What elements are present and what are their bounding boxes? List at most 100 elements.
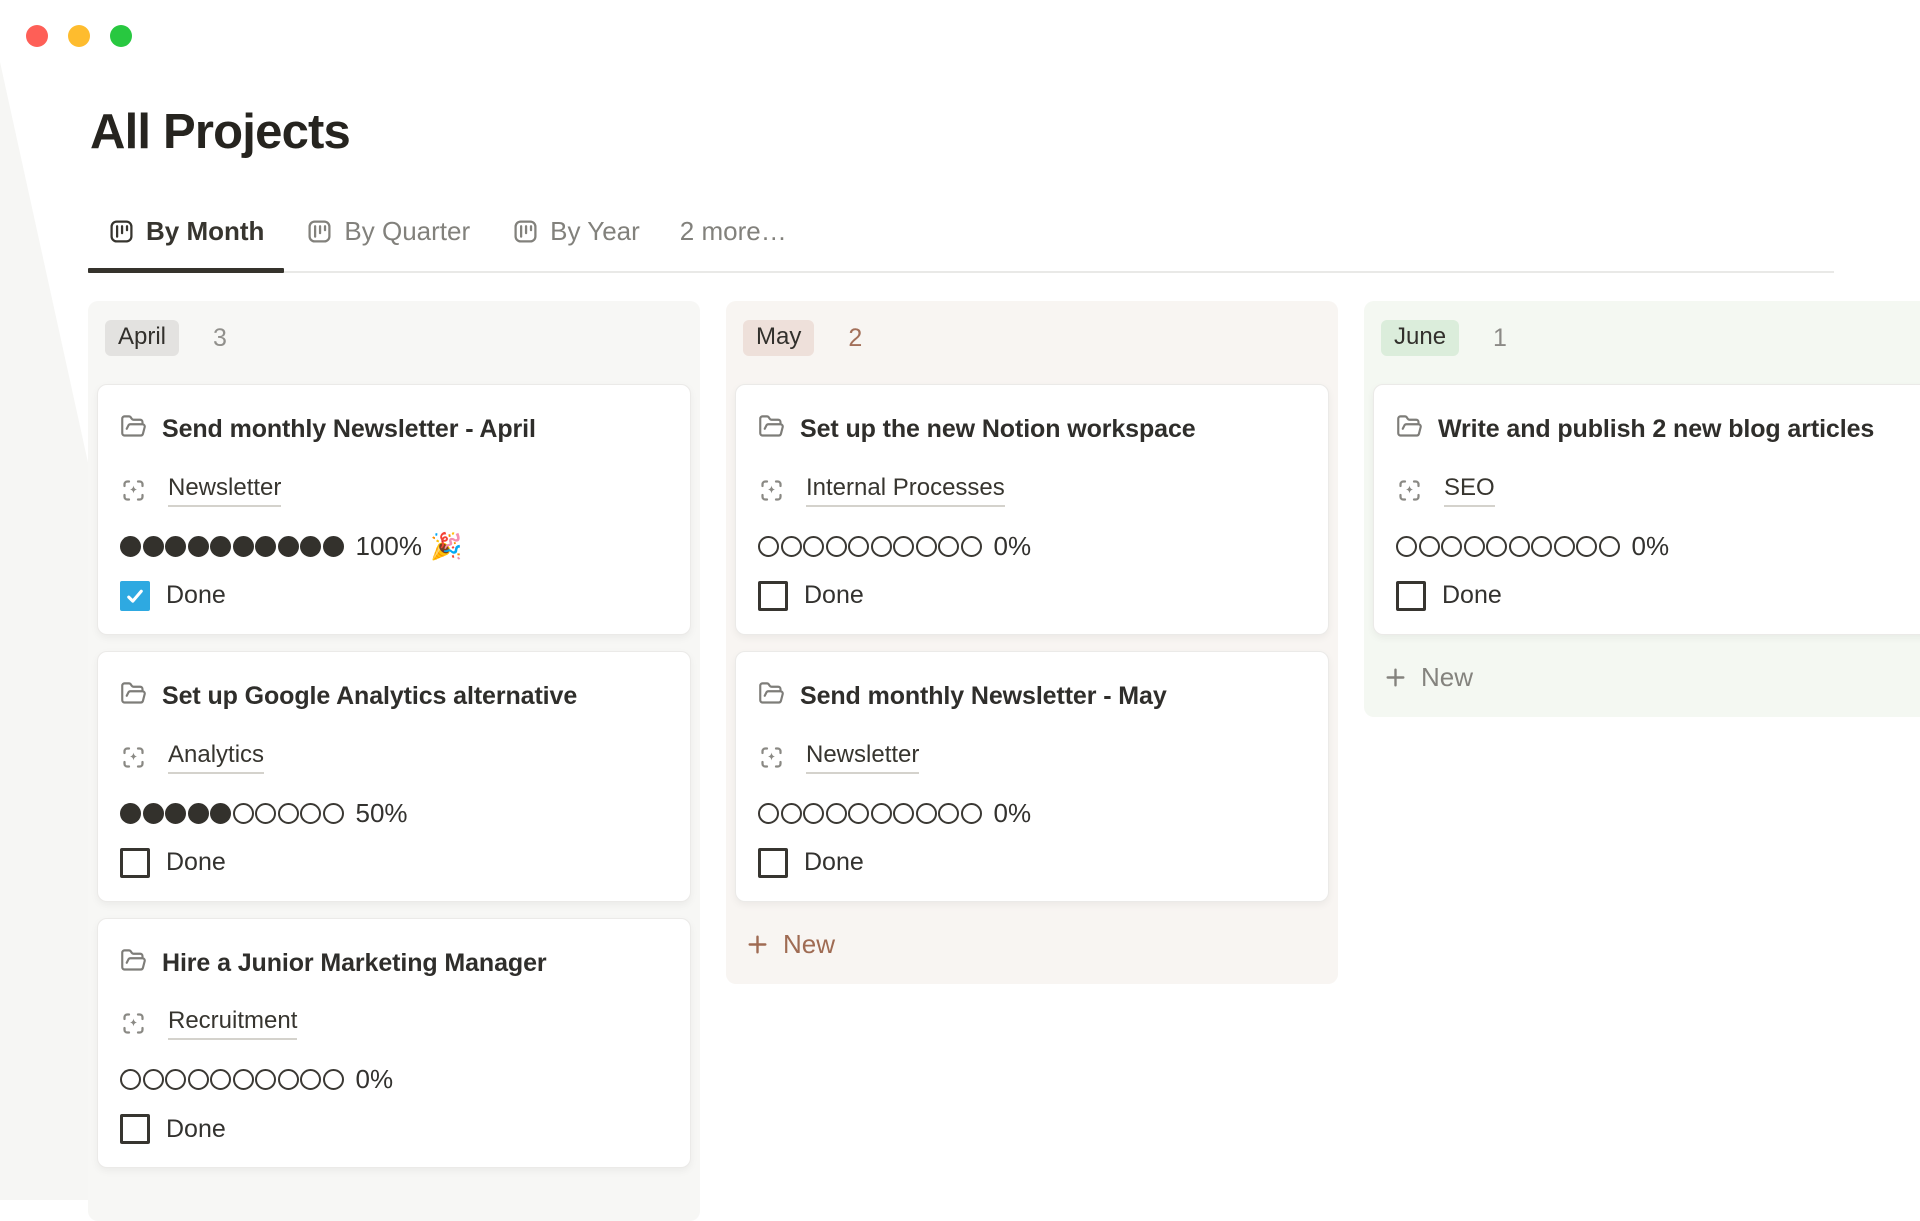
progress-percent: 0%: [994, 798, 1032, 829]
progress-dot-empty: [848, 536, 869, 557]
open-folder-icon: [758, 680, 785, 707]
progress-dot-empty: [1486, 536, 1507, 557]
progress-dot-empty: [848, 803, 869, 824]
card-tag-link[interactable]: Recruitment: [168, 1007, 297, 1040]
progress-dot-filled: [188, 803, 209, 824]
progress-dot-empty: [781, 536, 802, 557]
card-tag-link[interactable]: Analytics: [168, 741, 264, 774]
new-card-label: New: [1421, 662, 1473, 693]
project-card[interactable]: Write and publish 2 new blog articles SE…: [1373, 384, 1920, 635]
new-card-button[interactable]: New: [1383, 662, 1473, 693]
relation-icon: [758, 744, 785, 771]
progress-dot-filled: [120, 536, 141, 557]
progress-dot-filled: [323, 536, 344, 557]
card-tag-link[interactable]: SEO: [1444, 474, 1495, 507]
progress-dot-empty: [278, 803, 299, 824]
progress-dots: [120, 536, 344, 557]
done-checkbox[interactable]: [120, 1114, 150, 1144]
done-checkbox[interactable]: [758, 848, 788, 878]
project-card[interactable]: Set up Google Analytics alternative Anal…: [97, 651, 691, 902]
progress-dot-empty: [1509, 536, 1530, 557]
done-label: Done: [166, 581, 226, 610]
card-tag-row: Analytics: [120, 741, 668, 774]
progress-percent: 0%: [356, 1064, 394, 1095]
progress-dot-filled: [210, 536, 231, 557]
tab-label: By Year: [550, 216, 640, 247]
card-tag-row: SEO: [1396, 474, 1920, 507]
progress-dot-empty: [1396, 536, 1417, 557]
progress-dot-empty: [323, 1069, 344, 1090]
progress-percent: 0%: [994, 531, 1032, 562]
done-checkbox[interactable]: [758, 581, 788, 611]
relation-icon: [120, 477, 147, 504]
column-card-count: 1: [1493, 324, 1507, 353]
project-card[interactable]: Set up the new Notion workspace Internal…: [735, 384, 1329, 635]
card-title: Set up the new Notion workspace: [800, 410, 1196, 449]
card-progress-row: 0%: [758, 798, 1306, 829]
progress-dot-empty: [1554, 536, 1575, 557]
card-title-row: Hire a Junior Marketing Manager: [120, 944, 668, 983]
board-view-icon: [108, 218, 135, 245]
page-title[interactable]: All Projects: [90, 104, 350, 160]
open-folder-icon: [120, 947, 147, 974]
column-header: April 3: [97, 319, 691, 357]
card-progress-row: 100% 🎉: [120, 531, 668, 562]
card-title-row: Send monthly Newsletter - April: [120, 410, 668, 449]
zoom-window-button[interactable]: [110, 25, 132, 47]
tab-by-month[interactable]: By Month: [88, 212, 284, 271]
card-tag-link[interactable]: Newsletter: [806, 741, 919, 774]
tabs-more-button[interactable]: 2 more…: [662, 212, 805, 271]
progress-dots: [758, 536, 982, 557]
column-cards: Set up the new Notion workspace Internal…: [735, 384, 1329, 902]
open-folder-icon: [120, 680, 147, 707]
card-progress-row: 0%: [758, 531, 1306, 562]
project-card[interactable]: Send monthly Newsletter - April Newslett…: [97, 384, 691, 635]
tabs-divider: [88, 271, 1834, 273]
progress-dot-empty: [826, 803, 847, 824]
relation-icon: [120, 1010, 147, 1037]
done-checkbox[interactable]: [120, 848, 150, 878]
progress-dot-empty: [210, 1069, 231, 1090]
project-card[interactable]: Send monthly Newsletter - May Newsletter…: [735, 651, 1329, 902]
card-done-row: Done: [758, 581, 1306, 611]
project-card[interactable]: Hire a Junior Marketing Manager Recruitm…: [97, 918, 691, 1169]
column-month-pill[interactable]: April: [105, 320, 179, 357]
close-window-button[interactable]: [26, 25, 48, 47]
board-view-icon: [512, 218, 539, 245]
minimize-window-button[interactable]: [68, 25, 90, 47]
card-title-row: Set up the new Notion workspace: [758, 410, 1306, 449]
new-card-button[interactable]: New: [745, 929, 835, 960]
card-done-row: Done: [1396, 581, 1920, 611]
progress-dot-empty: [233, 1069, 254, 1090]
progress-dot-filled: [210, 803, 231, 824]
progress-dot-empty: [255, 803, 276, 824]
board-column: April 3 Send monthly Newsletter - April: [88, 301, 700, 1221]
card-tag-link[interactable]: Newsletter: [168, 474, 281, 507]
progress-dot-empty: [961, 536, 982, 557]
column-month-pill[interactable]: May: [743, 320, 814, 357]
relation-icon: [120, 744, 147, 771]
card-progress-row: 50%: [120, 798, 668, 829]
done-label: Done: [166, 848, 226, 877]
progress-dot-empty: [165, 1069, 186, 1090]
progress-dot-empty: [916, 803, 937, 824]
progress-dots: [1396, 536, 1620, 557]
progress-dot-empty: [300, 803, 321, 824]
card-tag-link[interactable]: Internal Processes: [806, 474, 1005, 507]
done-checkbox[interactable]: [1396, 581, 1426, 611]
tab-by-year[interactable]: By Year: [492, 212, 660, 271]
progress-dot-empty: [871, 536, 892, 557]
window-controls: [26, 25, 132, 47]
open-folder-icon: [758, 413, 785, 440]
progress-dot-empty: [323, 803, 344, 824]
done-label: Done: [804, 848, 864, 877]
progress-percent: 50%: [356, 798, 408, 829]
progress-dot-filled: [143, 536, 164, 557]
done-checkbox[interactable]: [120, 581, 150, 611]
card-done-row: Done: [120, 581, 668, 611]
column-card-count: 3: [213, 324, 227, 353]
column-month-pill[interactable]: June: [1381, 320, 1459, 357]
board-column: May 2 Set up the new Notion workspace: [726, 301, 1338, 984]
tab-by-quarter[interactable]: By Quarter: [286, 212, 490, 271]
card-title-row: Write and publish 2 new blog articles: [1396, 410, 1920, 449]
